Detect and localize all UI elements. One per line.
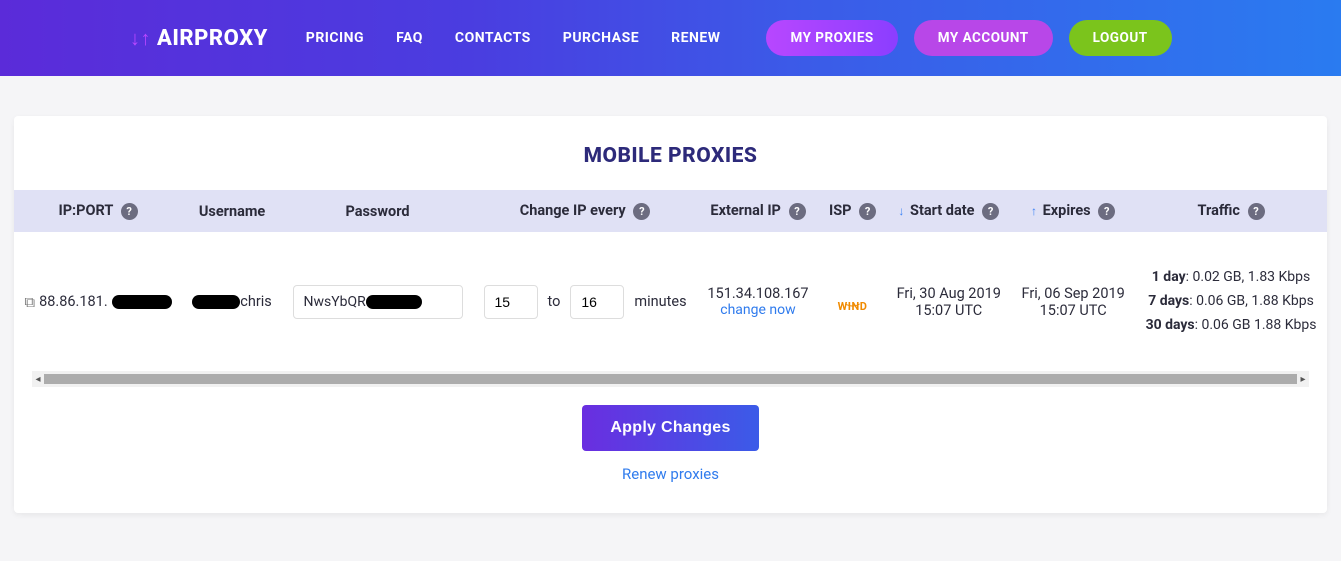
change-now-link[interactable]: change now	[707, 302, 809, 318]
col-start-date[interactable]: ↓ Start date ?	[886, 190, 1011, 232]
isp-name: WIND	[829, 300, 876, 313]
col-change-ip: Change IP every ?	[473, 190, 697, 232]
my-proxies-button[interactable]: MY PROXIES	[766, 20, 897, 56]
apply-changes-button[interactable]: Apply Changes	[582, 405, 758, 451]
logout-button[interactable]: LOGOUT	[1069, 20, 1172, 56]
col-external-ip: External IP ?	[697, 190, 819, 232]
page-title: MOBILE PROXIES	[14, 144, 1327, 168]
traffic-30days: 30 days: 0.06 GB 1.88 Kbps	[1145, 314, 1317, 338]
help-icon[interactable]: ?	[1248, 203, 1265, 220]
expires-line2: 15:07 UTC	[1021, 302, 1125, 319]
horizontal-scrollbar[interactable]: ◂ ▸	[32, 371, 1309, 387]
expires-line1: Fri, 06 Sep 2019	[1021, 285, 1125, 302]
nav-pricing[interactable]: PRICING	[306, 30, 364, 46]
change-from-input[interactable]	[484, 285, 538, 319]
col-traffic: Traffic ?	[1135, 190, 1327, 232]
start-date-line2: 15:07 UTC	[896, 302, 1001, 319]
redacted-username	[192, 295, 240, 309]
sort-down-icon: ↓	[898, 204, 904, 218]
logo[interactable]: ↓↑ AIRPROXY	[130, 26, 268, 51]
external-ip: 151.34.108.167	[707, 285, 809, 302]
start-date-line1: Fri, 30 Aug 2019	[896, 285, 1001, 302]
arrows-icon: ↓↑	[130, 26, 151, 51]
redacted-password	[366, 295, 422, 309]
redacted-ip	[112, 295, 172, 309]
table-row: ⧉ 88.86.181. chris NwsYbQR	[14, 232, 1327, 371]
proxies-table: IP:PORT ? Username Password Change IP ev…	[14, 190, 1327, 371]
change-sep: to	[548, 293, 561, 310]
table-wrap: IP:PORT ? Username Password Change IP ev…	[14, 190, 1327, 371]
col-username: Username	[182, 190, 282, 232]
change-unit: minutes	[634, 293, 686, 310]
scroll-left-icon[interactable]: ◂	[32, 374, 44, 385]
help-icon[interactable]: ?	[1098, 203, 1115, 220]
change-to-input[interactable]	[570, 285, 624, 319]
col-isp: ISP ?	[819, 190, 886, 232]
proxies-panel: MOBILE PROXIES IP:PORT ? Username Passwo…	[14, 116, 1327, 513]
nav-purchase[interactable]: PURCHASE	[563, 30, 639, 46]
header: ↓↑ AIRPROXY PRICING FAQ CONTACTS PURCHAS…	[0, 0, 1341, 76]
scroll-track[interactable]	[44, 374, 1297, 384]
main-nav: PRICING FAQ CONTACTS PURCHASE RENEW	[306, 30, 721, 46]
help-icon[interactable]: ?	[789, 203, 806, 220]
ip-prefix: 88.86.181.	[39, 293, 108, 310]
pill-group: MY PROXIES MY ACCOUNT LOGOUT	[766, 20, 1171, 56]
logo-text: AIRPROXY	[157, 26, 268, 51]
col-ipport: IP:PORT ?	[14, 190, 182, 232]
password-input[interactable]: NwsYbQR	[293, 285, 463, 319]
sort-up-icon: ↑	[1031, 204, 1037, 218]
help-icon[interactable]: ?	[633, 203, 650, 220]
col-password: Password	[282, 190, 473, 232]
scroll-right-icon[interactable]: ▸	[1297, 374, 1309, 385]
traffic-7days: 7 days: 0.06 GB, 1.88 Kbps	[1145, 290, 1317, 314]
nav-faq[interactable]: FAQ	[396, 30, 423, 46]
help-icon[interactable]: ?	[859, 203, 876, 220]
nav-renew[interactable]: RENEW	[671, 30, 720, 46]
help-icon[interactable]: ?	[982, 203, 999, 220]
help-icon[interactable]: ?	[121, 203, 138, 220]
traffic-1day: 1 day: 0.02 GB, 1.83 Kbps	[1145, 266, 1317, 290]
my-account-button[interactable]: MY ACCOUNT	[914, 20, 1053, 56]
nav-contacts[interactable]: CONTACTS	[455, 30, 531, 46]
username-suffix: chris	[240, 293, 272, 310]
copy-icon[interactable]: ⧉	[24, 293, 35, 311]
col-expires[interactable]: ↑ Expires ?	[1011, 190, 1135, 232]
renew-proxies-link[interactable]: Renew proxies	[14, 465, 1327, 483]
